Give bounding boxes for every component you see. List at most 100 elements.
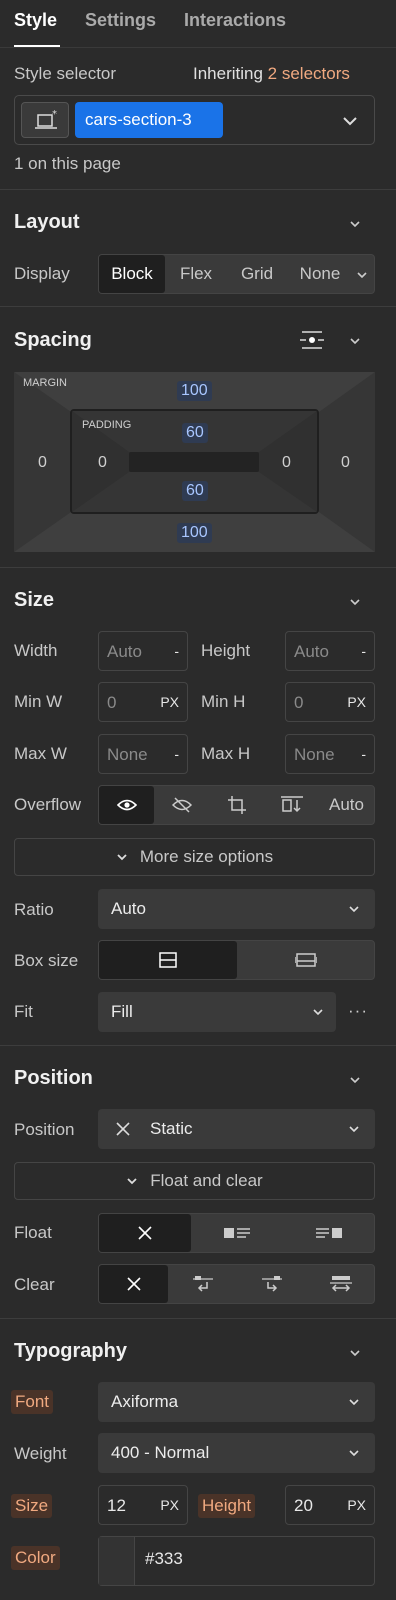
chevron-down-icon [117, 854, 127, 861]
margin-top-value[interactable]: 100 [177, 381, 212, 401]
overflow-auto-option[interactable]: Auto [319, 786, 374, 824]
min-height-unit[interactable]: PX [347, 694, 366, 710]
overflow-visible-option[interactable] [99, 786, 154, 824]
chevron-down-icon [349, 1126, 359, 1133]
border-box-option[interactable] [99, 941, 237, 979]
color-label[interactable]: Color [11, 1546, 60, 1570]
display-more-chevron-icon[interactable] [356, 270, 368, 280]
clear-none-option[interactable] [99, 1265, 168, 1303]
inheriting-selectors-link[interactable]: 2 selectors [268, 64, 350, 83]
weight-select[interactable]: 400 - Normal [98, 1433, 375, 1473]
float-left-option[interactable] [191, 1214, 283, 1252]
more-size-options-button[interactable]: More size options [14, 838, 375, 876]
ratio-select[interactable]: Auto [98, 889, 375, 929]
max-width-unit[interactable]: - [174, 746, 179, 762]
margin-bottom-value[interactable]: 100 [177, 523, 212, 543]
width-input[interactable]: Auto - [98, 631, 188, 671]
spacing-preset-icon[interactable] [298, 328, 326, 352]
max-height-input[interactable]: None - [285, 734, 375, 774]
margin-label: MARGIN [23, 377, 67, 389]
selector-class-chip[interactable]: cars-section-3 [75, 102, 223, 138]
padding-top-value[interactable]: 60 [182, 423, 208, 443]
font-size-unit[interactable]: PX [160, 1497, 179, 1513]
min-width-value: 0 [107, 693, 117, 712]
clear-segmented-control [98, 1264, 375, 1304]
fit-select[interactable]: Fill [98, 992, 336, 1032]
spacing-section-title[interactable]: Spacing [14, 329, 92, 352]
inheriting-prefix: Inheriting [193, 64, 263, 83]
line-height-label[interactable]: Height [198, 1494, 256, 1518]
width-label: Width [14, 641, 58, 660]
max-height-label: Max H [201, 744, 251, 763]
overflow-clip-option[interactable] [209, 786, 264, 824]
overflow-hidden-option[interactable] [154, 786, 209, 824]
max-height-value: None [294, 745, 335, 764]
eye-icon [116, 799, 137, 811]
crop-icon [227, 796, 246, 814]
size-collapse-chevron-icon[interactable] [349, 596, 361, 608]
display-flex-option[interactable]: Flex [165, 255, 227, 293]
font-label[interactable]: Font [11, 1390, 54, 1414]
position-label: Position [14, 1120, 75, 1139]
box-size-label: Box size [14, 951, 79, 970]
padding-bottom-value[interactable]: 60 [182, 481, 208, 501]
height-label: Height [201, 641, 251, 660]
min-width-input[interactable]: 0 PX [98, 682, 188, 722]
float-none-option[interactable] [99, 1214, 191, 1252]
font-select[interactable]: Axiforma [98, 1382, 375, 1422]
position-section-title[interactable]: Position [14, 1067, 93, 1090]
margin-left-value[interactable]: 0 [38, 454, 47, 472]
float-and-clear-button[interactable]: Float and clear [14, 1162, 375, 1200]
display-grid-option[interactable]: Grid [227, 255, 287, 293]
max-width-input[interactable]: None - [98, 734, 188, 774]
max-height-unit[interactable]: - [361, 746, 366, 762]
color-input[interactable]: #333 [98, 1536, 375, 1586]
height-unit[interactable]: - [361, 643, 366, 659]
height-input[interactable]: Auto - [285, 631, 375, 671]
margin-right-value[interactable]: 0 [341, 454, 350, 472]
typography-section-title[interactable]: Typography [14, 1340, 127, 1363]
display-block-option[interactable]: Block [99, 255, 165, 293]
float-left-icon [224, 1228, 250, 1238]
padding-label: PADDING [82, 419, 132, 431]
layout-collapse-chevron-icon[interactable] [349, 218, 361, 230]
content-box-option[interactable] [237, 941, 374, 979]
inheriting-text: Inheriting 2 selectors [193, 64, 350, 84]
clear-right-option[interactable] [237, 1265, 306, 1303]
box-size-segmented-control [98, 940, 375, 980]
weight-value: 400 - Normal [111, 1443, 210, 1462]
float-right-option[interactable] [283, 1214, 375, 1252]
font-size-label[interactable]: Size [11, 1494, 53, 1518]
line-height-unit[interactable]: PX [347, 1497, 366, 1513]
width-unit[interactable]: - [174, 643, 179, 659]
active-tab-indicator [14, 45, 60, 47]
tab-style[interactable]: Style [14, 10, 57, 31]
spacing-collapse-chevron-icon[interactable] [349, 335, 361, 347]
layout-section-title[interactable]: Layout [14, 211, 80, 234]
clear-both-icon [329, 1276, 352, 1292]
chevron-down-icon[interactable] [343, 116, 357, 126]
padding-left-value[interactable]: 0 [98, 454, 107, 472]
selector-state-button[interactable]: * [21, 102, 69, 138]
font-size-input[interactable]: 12 PX [98, 1485, 188, 1525]
selector-field[interactable]: * cars-section-3 [14, 95, 375, 145]
position-collapse-chevron-icon[interactable] [349, 1074, 361, 1086]
max-width-value: None [107, 745, 148, 764]
tab-settings[interactable]: Settings [85, 10, 156, 31]
position-select[interactable]: Static [98, 1109, 375, 1149]
tab-interactions[interactable]: Interactions [184, 10, 286, 31]
padding-right-value[interactable]: 0 [282, 454, 291, 472]
overflow-scroll-option[interactable] [264, 786, 319, 824]
line-height-input[interactable]: 20 PX [285, 1485, 375, 1525]
min-height-input[interactable]: 0 PX [285, 682, 375, 722]
chevron-down-icon [349, 1399, 359, 1406]
clear-both-option[interactable] [306, 1265, 375, 1303]
size-section-title[interactable]: Size [14, 589, 54, 612]
fit-more-options-icon[interactable]: ··· [348, 1001, 368, 1021]
height-value: Auto [294, 642, 329, 661]
clear-left-option[interactable] [168, 1265, 237, 1303]
color-swatch[interactable] [99, 1537, 135, 1585]
display-none-option[interactable]: None [287, 255, 353, 293]
typography-collapse-chevron-icon[interactable] [349, 1347, 361, 1359]
min-width-unit[interactable]: PX [160, 694, 179, 710]
